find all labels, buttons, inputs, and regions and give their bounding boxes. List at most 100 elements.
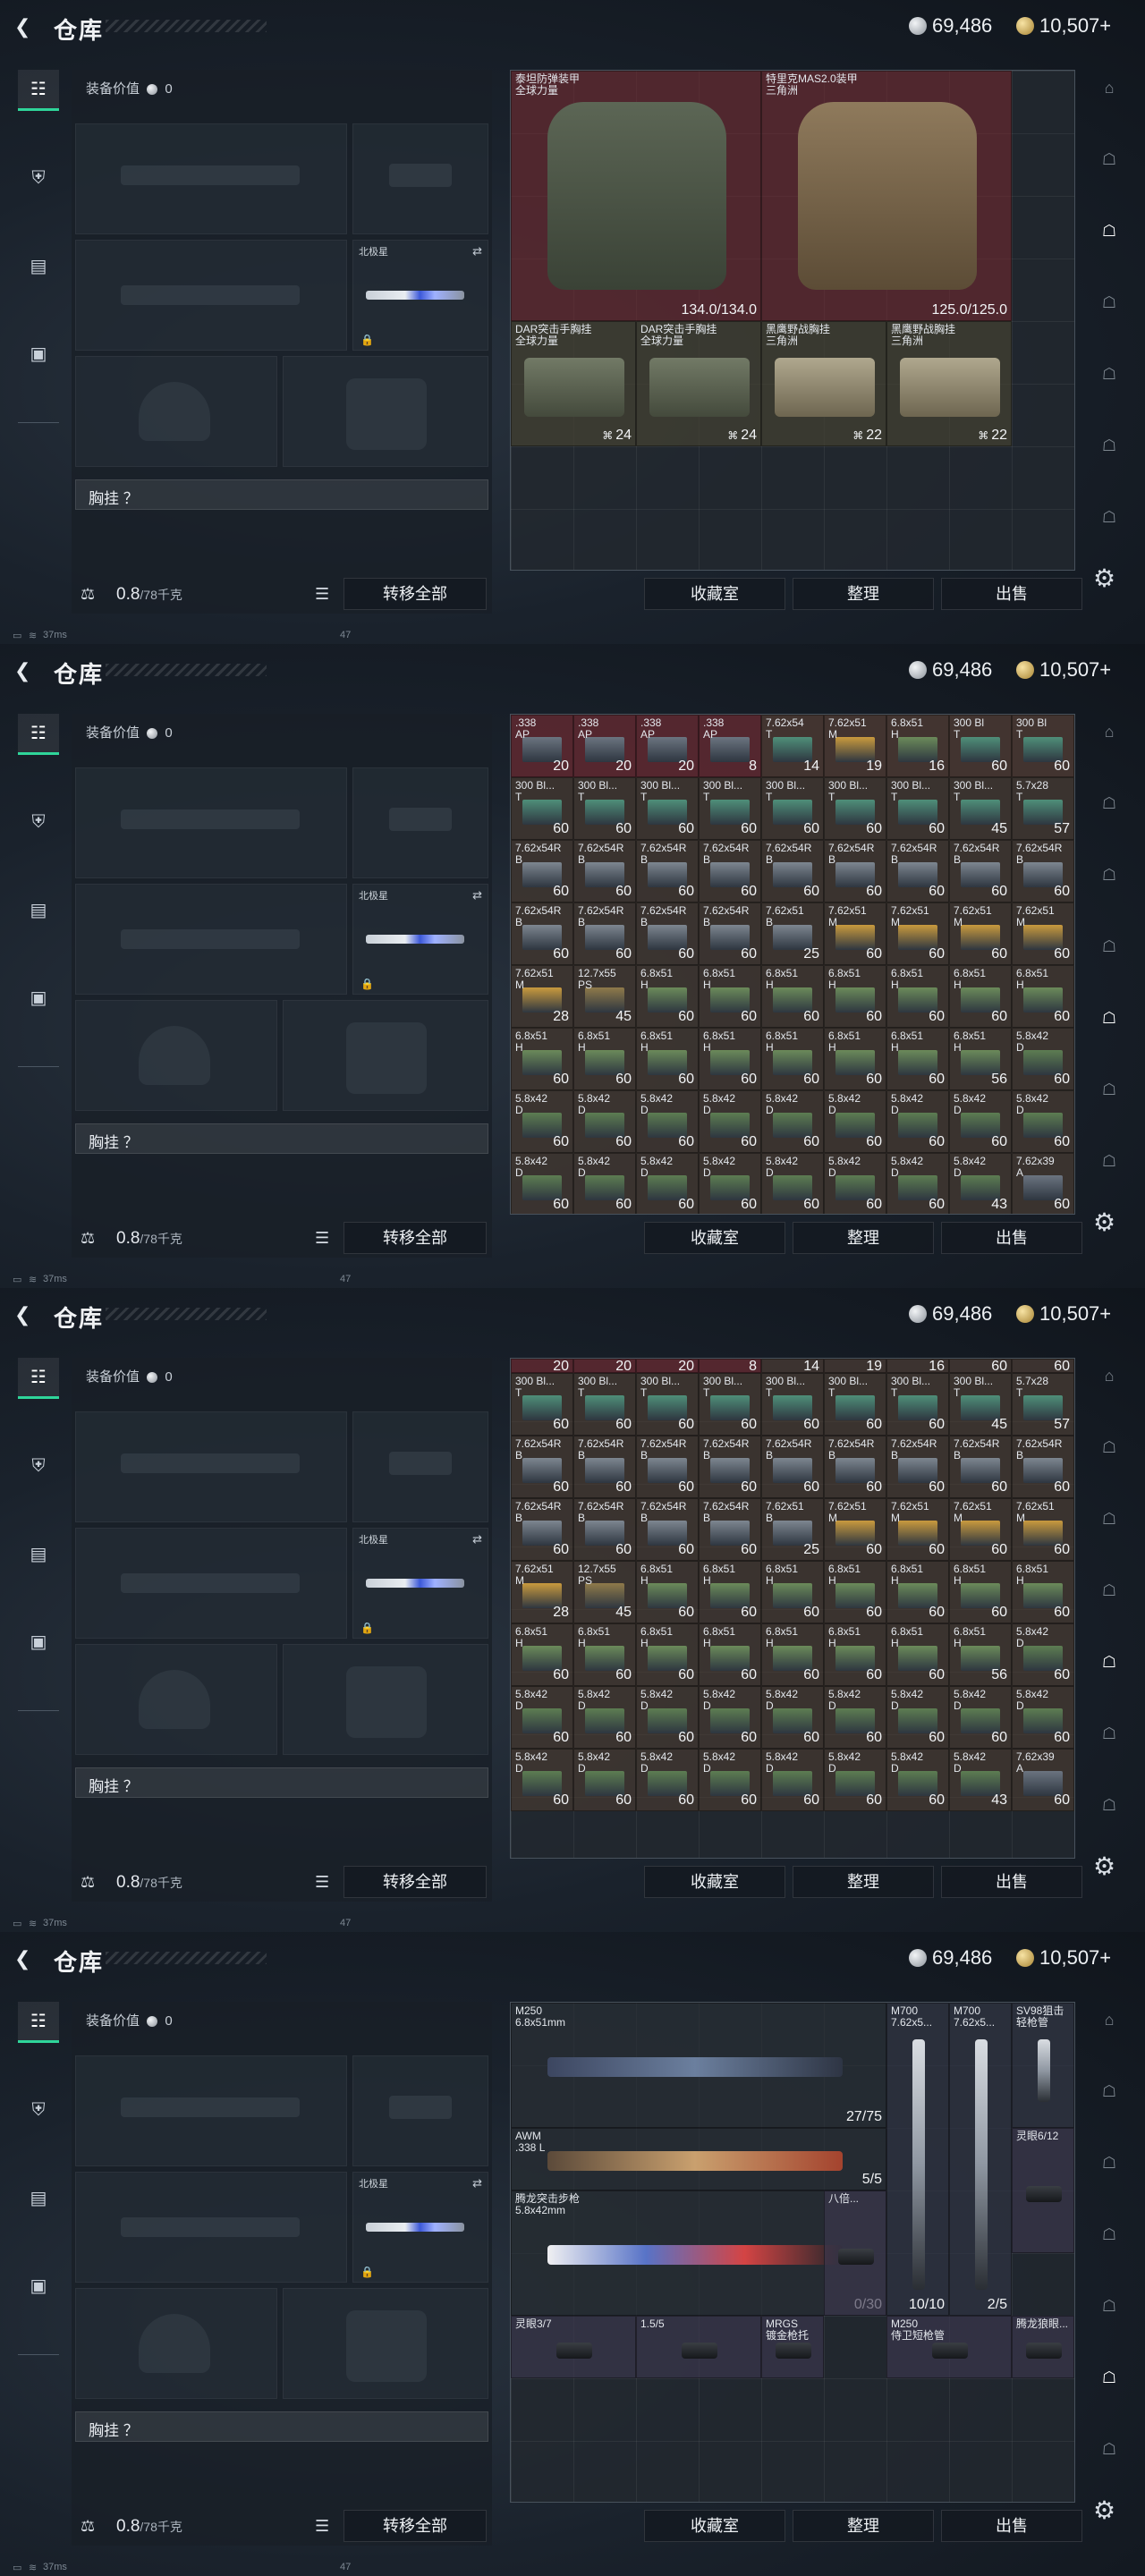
- ammo-cell[interactable]: 300 Bl... T 60: [636, 777, 699, 840]
- chest-rig-slot[interactable]: 胸挂 ？: [75, 2411, 488, 2442]
- ammo-cell[interactable]: 5.8x42 D 60: [824, 1153, 886, 1214]
- storage-tab-2[interactable]: ☖: [1091, 2073, 1127, 2109]
- ammo-cell[interactable]: 7.62x51 M 60: [949, 1498, 1012, 1561]
- ammo-cell[interactable]: 6.8x51 H 16: [886, 715, 949, 777]
- gold-currency[interactable]: 10,507+: [1016, 658, 1111, 682]
- sidebar-tab-backpack[interactable]: ▣: [18, 333, 59, 374]
- ammo-cell[interactable]: 5.8x42 D 60: [699, 1686, 761, 1749]
- ammo-cell[interactable]: 8: [699, 1359, 761, 1373]
- ammo-cell[interactable]: 5.8x42 D 60: [761, 1090, 824, 1153]
- storage-tab-3[interactable]: ☖: [1091, 1501, 1127, 1537]
- attachment-item[interactable]: 腾龙狼眼...: [1012, 2316, 1074, 2378]
- ammo-cell[interactable]: 6.8x51 H 60: [761, 965, 824, 1028]
- primary-weapon-slot[interactable]: [75, 1411, 347, 1522]
- organize-button[interactable]: 整理: [793, 578, 934, 610]
- melee-slot[interactable]: 北极星 ⇄ 🔒: [352, 240, 488, 351]
- attachment-item[interactable]: 灵眼3/7: [511, 2316, 636, 2378]
- ammo-cell[interactable]: 5.8x42 D 60: [1012, 1623, 1074, 1686]
- ammo-cell[interactable]: 7.62x54R B 60: [636, 1436, 699, 1498]
- storage-tab-5[interactable]: ☖: [1091, 2288, 1127, 2324]
- ammo-cell[interactable]: 14: [761, 1359, 824, 1373]
- sidebar-tab-weapons[interactable]: ☷: [18, 714, 59, 755]
- gear-icon[interactable]: ⚙: [1093, 2496, 1115, 2525]
- sidebar-tab-weapons[interactable]: ☷: [18, 70, 59, 111]
- ammo-cell[interactable]: 5.8x42 D 60: [824, 1090, 886, 1153]
- ammo-cell[interactable]: 300 Bl... T 60: [761, 1373, 824, 1436]
- ammo-cell[interactable]: 300 Bl... T 45: [949, 1373, 1012, 1436]
- sell-button[interactable]: 出售: [941, 1866, 1082, 1898]
- ammo-cell[interactable]: 7.62x54R B 60: [699, 1498, 761, 1561]
- ammo-cell[interactable]: 7.62x54R B 60: [511, 1436, 573, 1498]
- ammo-cell[interactable]: 300 Bl... T 60: [886, 777, 949, 840]
- ammo-cell[interactable]: 7.62x54R B 60: [573, 902, 636, 965]
- ammo-cell[interactable]: 7.62x54R B 60: [824, 1436, 886, 1498]
- ammo-cell[interactable]: 6.8x51 H 60: [886, 1561, 949, 1623]
- sidebar-tab-armor[interactable]: ⛨: [18, 1445, 59, 1487]
- ammo-cell[interactable]: 7.62x39 A 60: [1012, 1153, 1074, 1214]
- ammo-cell[interactable]: 60: [949, 1359, 1012, 1373]
- ammo-cell[interactable]: 5.8x42 D 60: [886, 1749, 949, 1811]
- ammo-cell[interactable]: 6.8x51 H 60: [511, 1623, 573, 1686]
- ammo-cell[interactable]: 6.8x51 H 60: [886, 965, 949, 1028]
- pistol-slot[interactable]: [352, 123, 488, 234]
- gold-currency[interactable]: 10,507+: [1016, 1302, 1111, 1326]
- storage-tab-4[interactable]: ☖: [1091, 1572, 1127, 1608]
- ammo-cell[interactable]: 20: [636, 1359, 699, 1373]
- helmet-slot[interactable]: [75, 1000, 277, 1111]
- ammo-cell[interactable]: 6.8x51 H 60: [824, 965, 886, 1028]
- ammo-cell[interactable]: 7.62x51 M 28: [511, 965, 573, 1028]
- ammo-cell[interactable]: 6.8x51 H 60: [699, 1623, 761, 1686]
- ammo-cell[interactable]: 7.62x54R B 60: [573, 1436, 636, 1498]
- ammo-cell[interactable]: 5.7x28 T 57: [1012, 1373, 1074, 1436]
- ammo-cell[interactable]: 6.8x51 H 60: [636, 1623, 699, 1686]
- swap-icon[interactable]: ⇄: [472, 2176, 482, 2190]
- storage-tab-4[interactable]: ☖: [1091, 284, 1127, 320]
- gear-icon[interactable]: ⚙: [1093, 564, 1115, 593]
- ammo-cell[interactable]: 12.7x55 PS 45: [573, 965, 636, 1028]
- ammo-cell[interactable]: 6.8x51 H 60: [699, 1561, 761, 1623]
- back-arrow-icon[interactable]: ❮: [14, 16, 36, 38]
- ammo-cell[interactable]: 300 Bl... T 60: [824, 1373, 886, 1436]
- storage-tab-2[interactable]: ☖: [1091, 1429, 1127, 1465]
- ammo-cell[interactable]: 7.62x54R B 60: [573, 1498, 636, 1561]
- back-arrow-icon[interactable]: ❮: [14, 1304, 36, 1326]
- sidebar-tab-weapons[interactable]: ☷: [18, 2002, 59, 2043]
- ammo-cell[interactable]: 6.8x51 H 60: [699, 965, 761, 1028]
- ammo-cell[interactable]: 7.62x54R B 60: [824, 840, 886, 902]
- ammo-cell[interactable]: 16: [886, 1359, 949, 1373]
- primary-weapon-slot[interactable]: [75, 2055, 347, 2166]
- organize-button[interactable]: 整理: [793, 1222, 934, 1254]
- ammo-cell[interactable]: .338 AP 8: [699, 715, 761, 777]
- ammo-cell[interactable]: 5.8x42 D 60: [699, 1749, 761, 1811]
- ammo-cell[interactable]: 6.8x51 H 60: [824, 1561, 886, 1623]
- favorites-button[interactable]: 收藏室: [644, 1866, 785, 1898]
- weapon-item[interactable]: M700 7.62x5... 2/5: [949, 2003, 1012, 2316]
- pistol-slot[interactable]: [352, 767, 488, 878]
- ammo-cell[interactable]: 6.8x51 H 60: [636, 965, 699, 1028]
- storage-tab-6[interactable]: ☖: [1091, 2360, 1127, 2395]
- ammo-cell[interactable]: 6.8x51 H 60: [761, 1561, 824, 1623]
- ammo-cell[interactable]: 7.62x54R B 60: [886, 1436, 949, 1498]
- storage-tab-7[interactable]: ☖: [1091, 1143, 1127, 1179]
- ammo-cell[interactable]: 300 Bl... T 60: [886, 1373, 949, 1436]
- ammo-cell[interactable]: 300 Bl... T 60: [511, 777, 573, 840]
- ammo-cell[interactable]: 7.62x54 T 14: [761, 715, 824, 777]
- helmet-slot[interactable]: [75, 2288, 277, 2399]
- body-armor-slot[interactable]: [283, 1000, 488, 1111]
- sidebar-tab-rig[interactable]: ▤: [18, 245, 59, 286]
- ammo-cell[interactable]: 6.8x51 H 60: [886, 1028, 949, 1090]
- ammo-cell[interactable]: 7.62x54R B 60: [636, 840, 699, 902]
- ammo-cell[interactable]: 7.62x39 A 60: [1012, 1749, 1074, 1811]
- chest-rig-slot[interactable]: 胸挂 ？: [75, 479, 488, 510]
- ammo-cell[interactable]: 300 Bl... T 60: [573, 777, 636, 840]
- storage-tab-5[interactable]: ☖: [1091, 1644, 1127, 1680]
- favorites-button[interactable]: 收藏室: [644, 578, 785, 610]
- ammo-cell[interactable]: 5.8x42 D 60: [699, 1153, 761, 1214]
- ammo-cell[interactable]: 5.8x42 D 60: [949, 1090, 1012, 1153]
- ammo-cell[interactable]: 60: [1012, 1359, 1074, 1373]
- ammo-cell[interactable]: 6.8x51 H 60: [573, 1623, 636, 1686]
- storage-tab-5[interactable]: ☖: [1091, 1000, 1127, 1036]
- ammo-cell[interactable]: 300 Bl... T 60: [699, 777, 761, 840]
- primary-weapon-slot[interactable]: [75, 123, 347, 234]
- ammo-cell[interactable]: 5.8x42 D 60: [886, 1090, 949, 1153]
